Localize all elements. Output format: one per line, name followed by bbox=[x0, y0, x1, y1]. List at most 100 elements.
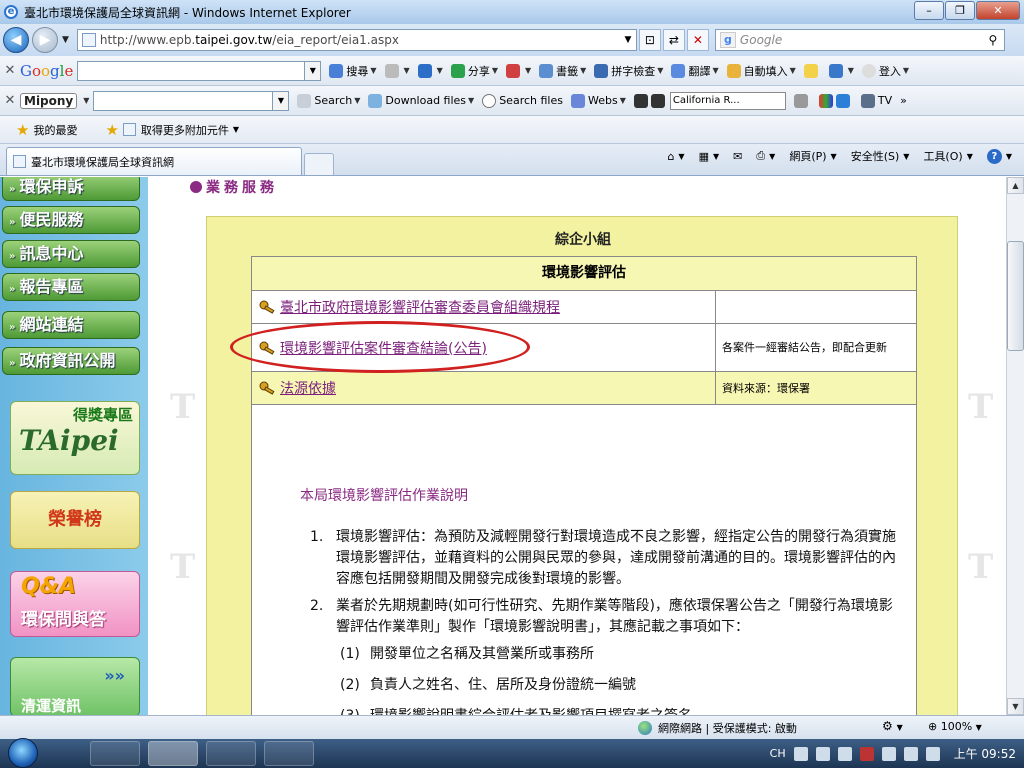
highlight-icon[interactable] bbox=[803, 63, 821, 78]
spellcheck-button[interactable]: 拼字檢查 ▼ bbox=[594, 63, 663, 79]
table-row: 法源依據 資料來源：環保署 bbox=[252, 372, 916, 405]
google-search-dropdown-icon[interactable]: ▼ bbox=[305, 60, 322, 81]
compatibility-icon[interactable]: ⊡ bbox=[638, 29, 661, 51]
favorites-star-icon[interactable]: ★ bbox=[16, 121, 29, 139]
refresh-icon[interactable]: ⇄ bbox=[662, 29, 685, 51]
back-button[interactable]: ◀ bbox=[3, 27, 29, 53]
notepad-taskbar-icon[interactable] bbox=[264, 741, 314, 766]
sidebar-item-links[interactable]: » 網站連結 bbox=[2, 311, 140, 339]
sidebar-item-reports[interactable]: » 報告專區 bbox=[2, 273, 140, 301]
close-toolbar-icon[interactable]: ✕ bbox=[0, 63, 20, 78]
zoom-control[interactable]: ⊕ 100% ▼ bbox=[928, 720, 982, 733]
start-button[interactable] bbox=[8, 737, 38, 768]
taipei-logo: TAipei bbox=[19, 424, 119, 457]
share-button[interactable]: 分享 ▼ bbox=[450, 63, 498, 79]
award-banner[interactable]: 得獎專區 TAipei bbox=[10, 401, 140, 475]
watermark: T bbox=[170, 547, 196, 587]
explorer-taskbar-icon[interactable] bbox=[90, 741, 140, 766]
search-files-button[interactable]: Search files bbox=[482, 93, 563, 108]
garbage-truck-banner[interactable]: »» 清運資訊 bbox=[10, 657, 140, 715]
forward-button[interactable]: ▶ bbox=[32, 27, 58, 53]
home-icon[interactable]: ⌂ ▼ bbox=[667, 150, 684, 163]
print-icon[interactable]: ⎙ ▼ bbox=[756, 149, 775, 163]
close-toolbar-icon[interactable]: ✕ bbox=[0, 93, 20, 108]
news-icon[interactable]: ▼ bbox=[384, 63, 410, 78]
keyboard-icon[interactable] bbox=[793, 746, 808, 761]
more-icon[interactable]: » bbox=[900, 94, 907, 107]
stop-media-icon[interactable] bbox=[633, 93, 648, 108]
favorites-button[interactable]: 我的最愛 bbox=[33, 122, 77, 138]
radio-channel-select[interactable]: California R... bbox=[669, 91, 786, 110]
add-favorite-icon[interactable]: ★ bbox=[105, 121, 118, 139]
ime-icon[interactable] bbox=[815, 746, 830, 761]
volume-icon[interactable] bbox=[925, 746, 940, 761]
tab-epb[interactable]: 臺北市環境保護局全球資訊網 bbox=[6, 147, 302, 175]
block-icon[interactable]: ▼ bbox=[505, 63, 531, 78]
autofill-button[interactable]: 自動填入 ▼ bbox=[726, 63, 796, 79]
scroll-thumb[interactable] bbox=[1007, 241, 1024, 351]
network-icon[interactable] bbox=[903, 746, 918, 761]
plus-icon[interactable]: ▼ bbox=[417, 63, 443, 78]
address-bar[interactable]: http://www.epb.taipei.gov.tw/eia_report/… bbox=[76, 29, 637, 51]
search-icon[interactable]: ⚲ bbox=[982, 33, 1004, 47]
help-tray-icon[interactable] bbox=[837, 746, 852, 761]
protected-mode-icon[interactable]: ⚙ ▼ bbox=[882, 719, 903, 733]
page-menu[interactable]: 網頁(P) ▼ bbox=[789, 148, 836, 164]
help-icon[interactable]: ? ▼ bbox=[986, 148, 1012, 164]
mail-icon[interactable]: ✉ bbox=[733, 150, 742, 163]
translate-button[interactable]: 翻譯 ▼ bbox=[671, 63, 719, 79]
google-search-input[interactable] bbox=[77, 60, 306, 81]
star-icon bbox=[539, 63, 554, 78]
qa-banner[interactable]: Q&A 環保問與答 bbox=[10, 571, 140, 637]
mipony-search-input[interactable] bbox=[93, 90, 274, 111]
scroll-up-icon[interactable]: ▲ bbox=[1007, 177, 1024, 194]
language-indicator[interactable]: CH bbox=[770, 747, 786, 760]
download-files-button[interactable]: Download files ▼ bbox=[368, 93, 474, 108]
google-search-button[interactable]: 搜尋 ▼ bbox=[329, 63, 377, 79]
safety-menu[interactable]: 安全性(S) ▼ bbox=[851, 148, 910, 164]
sidebar-item-services[interactable]: » 便民服務 bbox=[2, 206, 140, 234]
flag-icon[interactable] bbox=[881, 746, 896, 761]
play-icon[interactable] bbox=[650, 93, 665, 108]
sidebar-item-news[interactable]: » 訊息中心 bbox=[2, 240, 140, 268]
login-button[interactable]: 登入 ▼ bbox=[861, 63, 909, 79]
new-tab-button[interactable] bbox=[304, 153, 334, 175]
mipony-dropdown-icon[interactable]: ▼ bbox=[83, 96, 89, 105]
google-icon: g bbox=[719, 32, 736, 48]
history-dropdown-icon[interactable]: ▼ bbox=[62, 35, 69, 45]
webs-button[interactable]: Webs ▼ bbox=[570, 93, 626, 108]
media-controls[interactable] bbox=[633, 93, 668, 108]
maximize-button[interactable]: ❐ bbox=[945, 1, 975, 20]
colors-icon[interactable] bbox=[818, 93, 853, 108]
mipony-search-dropdown-icon[interactable]: ▼ bbox=[273, 90, 290, 111]
media-player-taskbar-icon[interactable] bbox=[206, 741, 256, 766]
wrench-icon[interactable]: ▼ bbox=[828, 63, 854, 78]
address-url[interactable]: http://www.epb.taipei.gov.tw/eia_report/… bbox=[100, 33, 620, 47]
sidebar-item-open-government[interactable]: » 政府資訊公開 bbox=[2, 347, 140, 375]
tv-button[interactable]: TV bbox=[860, 93, 892, 108]
minimize-button[interactable]: – bbox=[914, 1, 944, 20]
addons-dropdown-icon[interactable]: ▼ bbox=[233, 125, 239, 134]
feeds-icon[interactable]: ▦ ▼ bbox=[699, 150, 720, 163]
sidebar-item-complaint[interactable]: » 環保申訴 bbox=[2, 177, 140, 201]
ie-taskbar-icon[interactable] bbox=[148, 741, 198, 766]
search-box[interactable]: g Google ⚲ bbox=[714, 29, 1005, 51]
search-placeholder[interactable]: Google bbox=[740, 33, 982, 47]
mipony-search-button[interactable]: Search ▼ bbox=[297, 93, 360, 108]
address-dropdown-icon[interactable]: ▼ bbox=[620, 35, 636, 45]
legal-basis-link[interactable]: 法源依據 bbox=[280, 378, 336, 398]
scroll-down-icon[interactable]: ▼ bbox=[1007, 698, 1024, 715]
spellcheck-icon bbox=[594, 63, 609, 78]
vertical-scrollbar[interactable]: ▲ ▼ bbox=[1006, 177, 1024, 715]
bookmarks-button[interactable]: 書籤 ▼ bbox=[539, 63, 586, 79]
clock[interactable]: 上午 09:52 bbox=[954, 745, 1016, 762]
volume-icon[interactable] bbox=[793, 93, 811, 108]
stop-icon[interactable]: ✕ bbox=[686, 29, 709, 51]
eia-committee-link[interactable]: 臺北市政府環境影響評估審查委員會組織規程 bbox=[280, 297, 560, 317]
security-zone[interactable]: 網際網路 | 受保護模式: 啟動 bbox=[638, 720, 797, 736]
honor-banner[interactable]: 榮譽榜 bbox=[10, 491, 140, 549]
get-addons-link[interactable]: 取得更多附加元件 bbox=[141, 122, 229, 138]
shield-icon[interactable] bbox=[859, 746, 874, 761]
tools-menu[interactable]: 工具(O) ▼ bbox=[923, 148, 972, 164]
close-button[interactable]: ✕ bbox=[976, 1, 1020, 20]
